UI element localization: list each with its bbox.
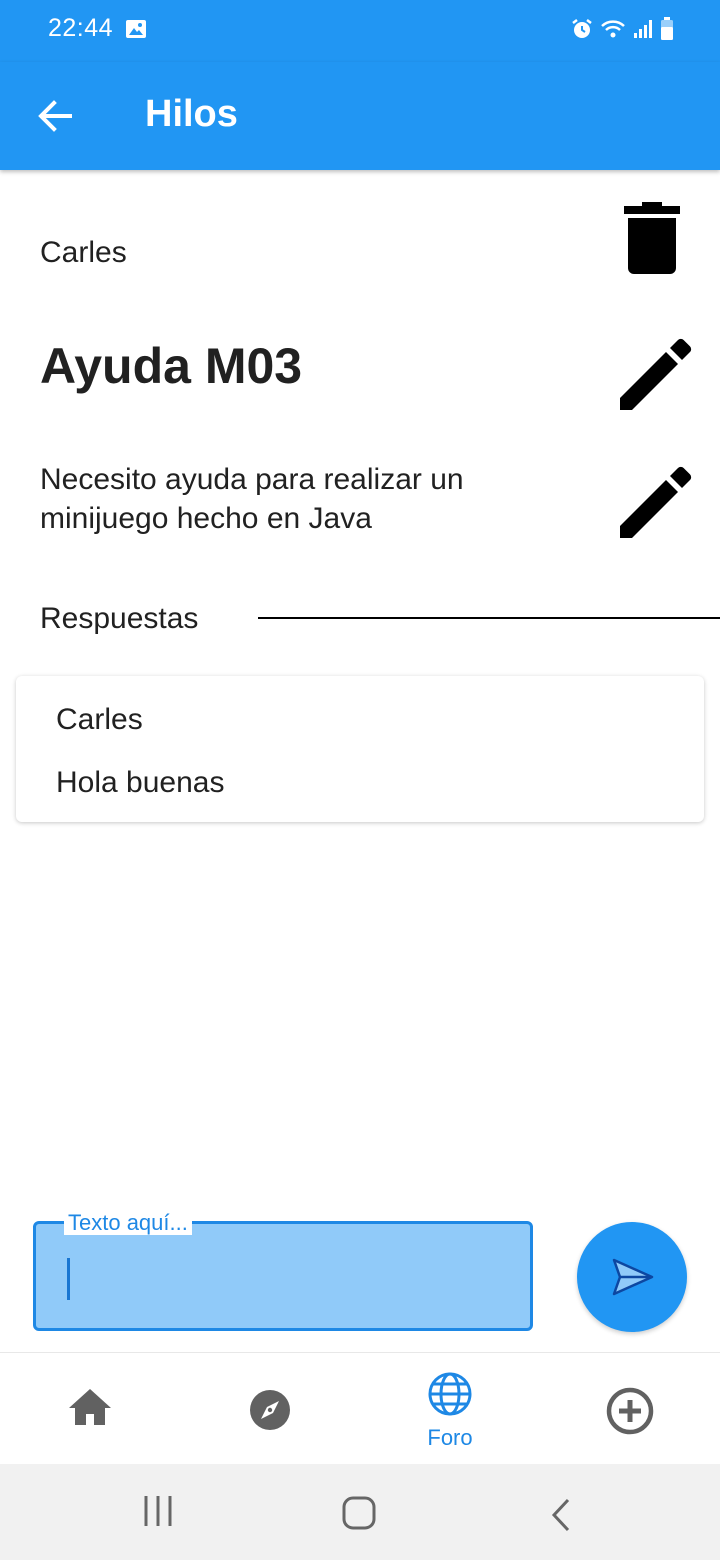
status-time: 22:44	[48, 14, 114, 42]
battery-icon	[660, 17, 674, 46]
add-circle-icon	[606, 1387, 654, 1435]
nav-home[interactable]	[0, 1353, 180, 1465]
arrow-left-icon	[38, 100, 72, 132]
compass-icon	[250, 1390, 290, 1430]
delete-thread-button[interactable]	[620, 200, 684, 276]
status-icons	[570, 17, 674, 46]
reply-input[interactable]: Texto aquí...	[33, 1211, 533, 1331]
trash-icon	[624, 202, 680, 274]
edit-body-button[interactable]	[614, 464, 694, 544]
send-button[interactable]	[577, 1222, 687, 1332]
status-bar: 22:44	[0, 0, 720, 62]
responses-heading: Respuestas	[40, 602, 199, 635]
text-cursor	[67, 1258, 70, 1300]
signal-icon	[632, 18, 654, 45]
reply-input-label: Texto aquí...	[64, 1211, 192, 1235]
wifi-icon	[600, 18, 626, 45]
thread-author: Carles	[40, 236, 127, 269]
app-bar: Hilos	[0, 62, 720, 170]
pencil-icon	[620, 338, 692, 410]
home-square-icon	[342, 1496, 376, 1530]
divider	[258, 617, 720, 619]
nav-foro[interactable]: Foro	[360, 1353, 540, 1465]
reply-author: Carles	[56, 703, 143, 736]
globe-icon	[428, 1372, 472, 1416]
system-navigation	[0, 1464, 720, 1560]
bottom-navigation: Foro	[0, 1352, 720, 1465]
thread-title: Ayuda M03	[40, 338, 303, 394]
send-icon	[612, 1258, 654, 1296]
pencil-icon	[620, 466, 692, 538]
recent-apps-icon	[144, 1496, 172, 1526]
reply-text: Hola buenas	[56, 766, 225, 799]
chevron-left-icon	[551, 1498, 570, 1532]
home-system-button[interactable]	[342, 1496, 376, 1535]
image-icon	[125, 19, 147, 44]
nav-foro-label: Foro	[427, 1425, 473, 1450]
nav-explore[interactable]	[180, 1353, 360, 1465]
nav-add[interactable]	[540, 1353, 720, 1465]
alarm-icon	[570, 17, 594, 46]
home-icon	[69, 1389, 111, 1425]
back-button[interactable]	[32, 92, 80, 140]
recent-apps-button[interactable]	[142, 1494, 174, 1533]
edit-title-button[interactable]	[614, 336, 694, 416]
reply-card[interactable]: Carles Hola buenas	[16, 676, 704, 822]
thread-body: Necesito ayuda para realizar un minijueg…	[40, 463, 464, 535]
back-system-button[interactable]	[550, 1498, 572, 1537]
page-title: Hilos	[145, 93, 238, 135]
